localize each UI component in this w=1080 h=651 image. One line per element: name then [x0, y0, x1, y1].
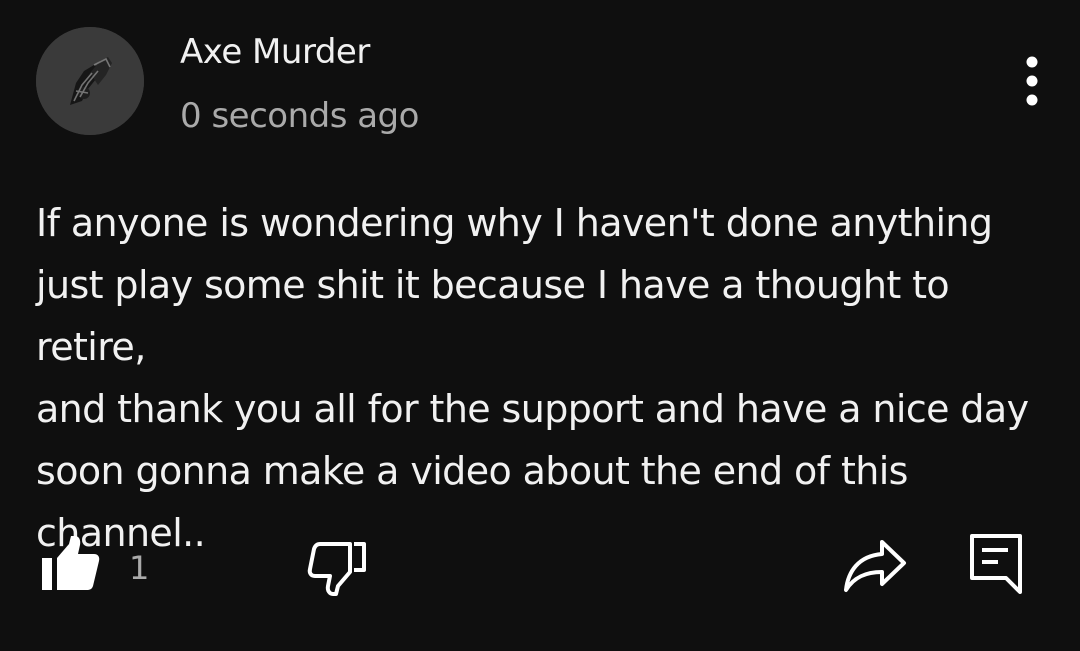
dislike-button[interactable]	[306, 538, 368, 598]
more-vertical-icon	[1026, 56, 1038, 106]
avatar[interactable]	[36, 27, 144, 135]
thumbs-up-filled-icon	[42, 536, 100, 590]
like-button[interactable]	[40, 534, 102, 594]
comment-text: If anyone is wondering why I haven't don…	[36, 201, 1029, 555]
thumbs-down-outline-icon	[307, 542, 366, 596]
share-button[interactable]	[842, 536, 908, 594]
like-count: 1	[129, 549, 150, 587]
comment-author[interactable]: Axe Murder	[180, 30, 370, 74]
comment-timestamp: 0 seconds ago	[180, 96, 419, 136]
avatar-image	[36, 27, 144, 135]
share-arrow-icon	[844, 540, 906, 592]
comment-reply-icon	[970, 534, 1022, 594]
more-options-button[interactable]	[1010, 52, 1054, 114]
reply-button[interactable]	[968, 532, 1024, 594]
